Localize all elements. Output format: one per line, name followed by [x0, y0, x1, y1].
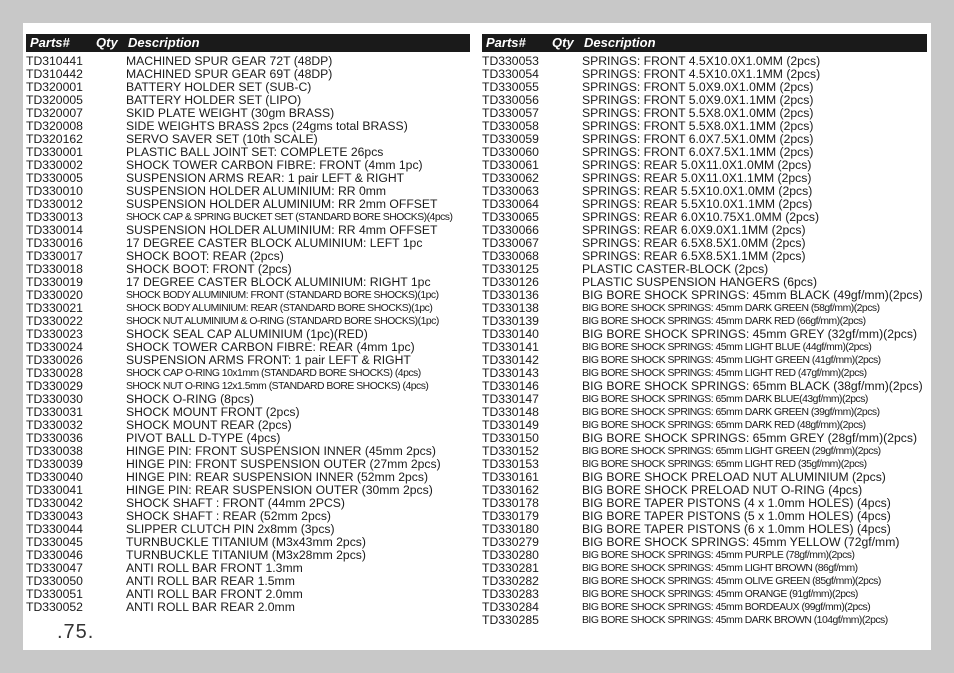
table-row: TD330280 BIG BORE SHOCK SPRINGS: 45mm PUR… [482, 549, 927, 562]
table-row: TD330136 BIG BORE SHOCK SPRINGS: 45mm BLA… [482, 289, 927, 302]
table-row: TD330020 SHOCK BODY ALUMINIUM: FRONT (STA… [26, 289, 470, 302]
table-row: TD330146 BIG BORE SHOCK SPRINGS: 65mm BLA… [482, 380, 927, 393]
part-description: SUSPENSION ARMS FRONT: 1 pair LEFT & RIG… [126, 353, 411, 367]
table-row: TD330279 BIG BORE SHOCK SPRINGS: 45mm YEL… [482, 536, 927, 549]
parts-list-right: TD330053 SPRINGS: FRONT 4.5X10.0X1.0MM (2… [482, 55, 927, 627]
table-row: TD330028 SHOCK CAP O-RING 10x1mm (STANDAR… [26, 367, 470, 380]
header-description: Description [584, 35, 656, 50]
part-description: BIG BORE SHOCK SPRINGS: 45mm DARK GREEN … [582, 303, 880, 314]
part-description: SHOCK BODY ALUMINIUM: FRONT (STANDARD BO… [126, 290, 439, 301]
part-description: BIG BORE SHOCK SPRINGS: 45mm GREY (32gf/… [582, 327, 918, 341]
table-row: TD330148 BIG BORE SHOCK SPRINGS: 65mm DAR… [482, 406, 927, 419]
part-description: ANTI ROLL BAR REAR 2.0mm [126, 600, 295, 614]
part-description: BIG BORE SHOCK SPRINGS: 45mm LIGHT BLUE … [582, 342, 872, 353]
header-parts: Parts# [486, 35, 526, 50]
header-qty: Qty [552, 35, 574, 50]
part-description: BIG BORE SHOCK SPRINGS: 45mm LIGHT BROWN… [582, 563, 858, 574]
part-description: BIG BORE SHOCK SPRINGS: 45mm PURPLE (78g… [582, 550, 855, 561]
part-description: BIG BORE SHOCK SPRINGS: 45mm BLACK (49gf… [582, 288, 923, 302]
part-description: BIG BORE SHOCK SPRINGS: 45mm DARK BROWN … [582, 615, 888, 626]
part-description: BIG BORE SHOCK SPRINGS: 65mm DARK GREEN … [582, 407, 880, 418]
part-description: BIG BORE SHOCK SPRINGS: 65mm DARK BLUE(4… [582, 394, 868, 405]
table-header: Parts# Qty Description [26, 34, 470, 52]
table-row: TD330012 SUSPENSION HOLDER ALUMINIUM: RR … [26, 198, 470, 211]
table-row: TD330141 BIG BORE SHOCK SPRINGS: 45mm LIG… [482, 341, 927, 354]
part-description: BIG BORE SHOCK SPRINGS: 45mm OLIVE GREEN… [582, 576, 881, 587]
table-row: TD330026 SUSPENSION ARMS FRONT: 1 pair LE… [26, 354, 470, 367]
part-number: TD330285 [482, 613, 539, 627]
part-description: BIG BORE SHOCK SPRINGS: 65mm GREY (28gf/… [582, 431, 918, 445]
part-description: BIG BORE SHOCK SPRINGS: 65mm BLACK (38gf… [582, 379, 923, 393]
table-row: TD330019 17 DEGREE CASTER BLOCK ALUMINIUM… [26, 276, 470, 289]
header-parts: Parts# [30, 35, 70, 50]
table-header: Parts# Qty Description [482, 34, 927, 52]
table-row: TD330147 BIG BORE SHOCK SPRINGS: 65mm DAR… [482, 393, 927, 406]
part-description: BIG BORE SHOCK SPRINGS: 45mm LIGHT GREEN… [582, 355, 881, 366]
catalog-page: Parts# Qty Description TD310441 MACHINED … [23, 23, 931, 650]
table-row: TD330284 BIG BORE SHOCK SPRINGS: 45mm BOR… [482, 601, 927, 614]
part-description: SHOCK BODY ALUMINIUM: REAR (STANDARD BOR… [126, 303, 433, 314]
header-qty: Qty [96, 35, 118, 50]
table-row: TD330282 BIG BORE SHOCK SPRINGS: 45mm OLI… [482, 575, 927, 588]
table-row: TD330152 BIG BORE SHOCK SPRINGS: 65mm LIG… [482, 445, 927, 458]
part-description: BIG BORE SHOCK SPRINGS: 65mm LIGHT GREEN… [582, 446, 881, 457]
table-row: TD330138 BIG BORE SHOCK SPRINGS: 45mm DAR… [482, 302, 927, 315]
table-row: TD330283 BIG BORE SHOCK SPRINGS: 45mm ORA… [482, 588, 927, 601]
part-description: SHOCK CAP O-RING 10x1mm (STANDARD BORE S… [126, 368, 421, 379]
part-description: BIG BORE SHOCK SPRINGS: 45mm BORDEAUX (9… [582, 602, 871, 613]
table-row: TD330150 BIG BORE SHOCK SPRINGS: 65mm GRE… [482, 432, 927, 445]
table-row: TD330281 BIG BORE SHOCK SPRINGS: 45mm LIG… [482, 562, 927, 575]
table-row: TD330140 BIG BORE SHOCK SPRINGS: 45mm GRE… [482, 328, 927, 341]
table-row: TD330052 ANTI ROLL BAR REAR 2.0mm [26, 601, 470, 614]
part-number: TD330052 [26, 600, 83, 614]
table-row: TD330021 SHOCK BODY ALUMINIUM: REAR (STAN… [26, 302, 470, 315]
part-description: BIG BORE SHOCK SPRINGS: 45mm YELLOW (72g… [582, 535, 900, 549]
parts-list-left: TD310441 MACHINED SPUR GEAR 72T (48DP) TD3… [26, 55, 470, 614]
part-description: SUSPENSION HOLDER ALUMINIUM: RR 2mm OFFS… [126, 197, 438, 211]
table-row: TD330285 BIG BORE SHOCK SPRINGS: 45mm DAR… [482, 614, 927, 627]
page-number: .75. [57, 621, 95, 643]
parts-column-left: Parts# Qty Description TD310441 MACHINED … [26, 34, 470, 614]
parts-column-right: Parts# Qty Description TD330053 SPRINGS: … [482, 34, 927, 627]
table-row: TD330142 BIG BORE SHOCK SPRINGS: 45mm LIG… [482, 354, 927, 367]
part-description: BIG BORE SHOCK SPRINGS: 45mm ORANGE (91g… [582, 589, 858, 600]
part-description: 17 DEGREE CASTER BLOCK ALUMINIUM: RIGHT … [126, 275, 431, 289]
header-description: Description [128, 35, 200, 50]
